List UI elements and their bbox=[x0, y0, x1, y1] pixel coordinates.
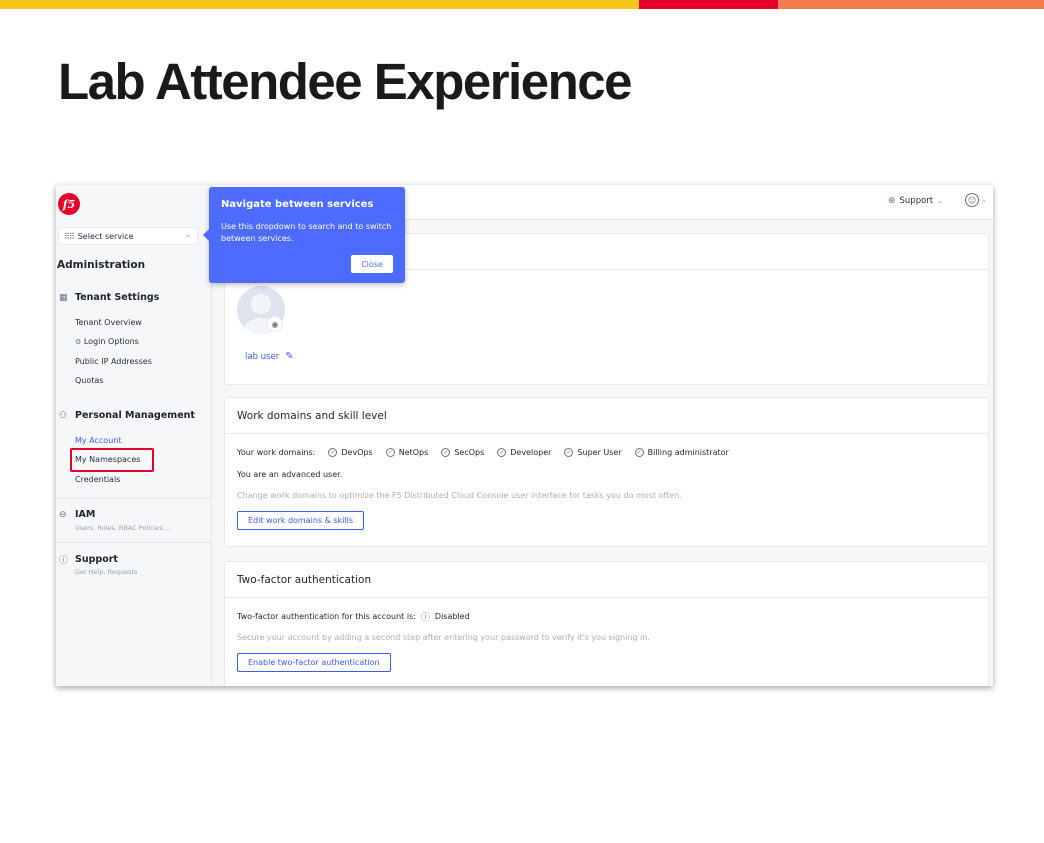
slide-title: Lab Attendee Experience bbox=[58, 53, 632, 110]
sidebar-item-quotas[interactable]: Quotas bbox=[75, 376, 103, 385]
navigate-services-tooltip: Navigate between services Use this dropd… bbox=[203, 187, 405, 283]
pencil-icon[interactable]: ✎ bbox=[285, 351, 293, 362]
sidebar-item-my-account[interactable]: My Account bbox=[75, 436, 121, 445]
sidebar-item-login-options[interactable]: ⚙ Login Options bbox=[75, 337, 139, 346]
console-screenshot: f5 ⠿⠿ Select service ⌄ Administration ▦ … bbox=[56, 185, 993, 686]
select-service-label: Select service bbox=[77, 231, 134, 241]
sidebar: f5 ⠿⠿ Select service ⌄ Administration ▦ … bbox=[56, 185, 212, 686]
skill-level-text: You are an advanced user. bbox=[237, 470, 343, 479]
building-icon: ▦ bbox=[59, 292, 68, 303]
two-factor-card: Two-factor authentication Two-factor aut… bbox=[224, 561, 989, 686]
two-factor-status-row: Two-factor authentication for this accou… bbox=[237, 610, 470, 623]
check-circle-icon: ✓ bbox=[385, 448, 395, 457]
user-icon: ☺ bbox=[965, 193, 980, 207]
edit-work-domains-button[interactable]: Edit work domains & skills bbox=[237, 511, 365, 530]
two-factor-status-value: Disabled bbox=[434, 612, 470, 621]
user-name: lab user bbox=[245, 351, 280, 362]
user-menu[interactable]: ☺ ⌄ bbox=[965, 193, 987, 207]
sidebar-section-tenant-settings[interactable]: ▦ Tenant Settings bbox=[56, 292, 159, 303]
support-label: Support bbox=[899, 196, 934, 206]
sidebar-item-tenant-overview[interactable]: Tenant Overview bbox=[75, 318, 142, 327]
accent-bar-orange bbox=[778, 0, 1044, 9]
two-factor-hint: Secure your account by adding a second s… bbox=[237, 633, 650, 642]
sidebar-section-iam[interactable]: ⊖ IAM bbox=[56, 509, 95, 520]
iam-subtitle: Users, Roles, RBAC Policies,... bbox=[75, 524, 172, 532]
sidebar-section-label: Support bbox=[75, 554, 118, 565]
gear-icon: ⚙ bbox=[75, 338, 82, 346]
accent-bar-yellow bbox=[0, 0, 639, 9]
work-domains-card: Work domains and skill level Your work d… bbox=[224, 397, 989, 547]
check-circle-icon: ✓ bbox=[564, 448, 574, 457]
user-name-row[interactable]: lab user ✎ bbox=[245, 351, 294, 362]
select-service-dropdown[interactable]: ⠿⠿ Select service ⌄ bbox=[58, 227, 198, 245]
support-menu[interactable]: ⊕ Support ⌄ bbox=[888, 196, 943, 206]
sidebar-section-personal-management[interactable]: ⚇ Personal Management bbox=[56, 410, 195, 421]
domain-devops: ✓ DevOps bbox=[328, 448, 373, 457]
two-factor-title: Two-factor authentication bbox=[225, 562, 988, 598]
two-factor-status-label: Two-factor authentication for this accou… bbox=[237, 612, 416, 621]
highlight-box bbox=[70, 448, 154, 472]
tooltip-close-button[interactable]: Close bbox=[351, 255, 393, 273]
divider bbox=[56, 542, 212, 543]
chevron-down-icon: ⌄ bbox=[981, 196, 987, 204]
enable-two-factor-button[interactable]: Enable two-factor authentication bbox=[237, 653, 391, 672]
globe-icon: ⊕ bbox=[887, 196, 896, 206]
check-circle-icon: ✓ bbox=[634, 448, 644, 457]
accent-bar-red bbox=[639, 0, 778, 9]
sidebar-item-credentials[interactable]: Credentials bbox=[75, 475, 120, 484]
grid-icon: ⠿⠿ bbox=[64, 231, 75, 241]
domain-secops: ✓ SecOps bbox=[441, 448, 485, 457]
accent-bar bbox=[0, 0, 1044, 9]
work-domains-row: Your work domains: ✓ DevOps ✓ NetOps ✓ SecO… bbox=[237, 448, 729, 457]
sidebar-section-support[interactable]: ⓘ Support bbox=[56, 553, 118, 566]
domain-super-user: ✓ Super User bbox=[564, 448, 622, 457]
tooltip-body: Use this dropdown to search and to switc… bbox=[221, 222, 392, 243]
sidebar-section-label: IAM bbox=[75, 509, 96, 520]
f5-logo[interactable]: f5 bbox=[58, 193, 80, 215]
domain-netops: ✓ NetOps bbox=[385, 448, 429, 457]
sidebar-item-label: Login Options bbox=[83, 337, 139, 346]
administration-title: Administration bbox=[57, 259, 146, 271]
sidebar-item-public-ip-addresses[interactable]: Public IP Addresses bbox=[75, 357, 152, 366]
divider bbox=[56, 498, 212, 499]
check-circle-icon: ✓ bbox=[441, 448, 451, 457]
tooltip-title: Navigate between services bbox=[221, 199, 374, 210]
chevron-down-icon: ⌄ bbox=[185, 231, 191, 239]
sidebar-section-label: Personal Management bbox=[75, 410, 195, 421]
work-domains-title: Work domains and skill level bbox=[225, 398, 988, 434]
person-icon: ⚇ bbox=[59, 410, 68, 421]
domain-billing-administrator: ✓ Billing administrator bbox=[634, 448, 729, 457]
key-icon: ⊖ bbox=[59, 509, 67, 520]
domain-developer: ✓ Developer bbox=[497, 448, 552, 457]
camera-icon[interactable]: ◉ bbox=[267, 316, 283, 332]
support-subtitle: Get Help, Requests bbox=[75, 568, 138, 576]
check-circle-icon: ✓ bbox=[328, 448, 338, 457]
chevron-down-icon: ⌄ bbox=[937, 197, 943, 205]
check-circle-icon: ✓ bbox=[497, 448, 507, 457]
sidebar-section-label: Tenant Settings bbox=[75, 292, 160, 303]
work-domains-label: Your work domains: bbox=[237, 448, 316, 457]
work-domains-hint: Change work domains to optimize the F5 D… bbox=[237, 491, 682, 500]
info-icon: ⓘ bbox=[420, 613, 430, 623]
question-icon: ⓘ bbox=[59, 556, 69, 566]
